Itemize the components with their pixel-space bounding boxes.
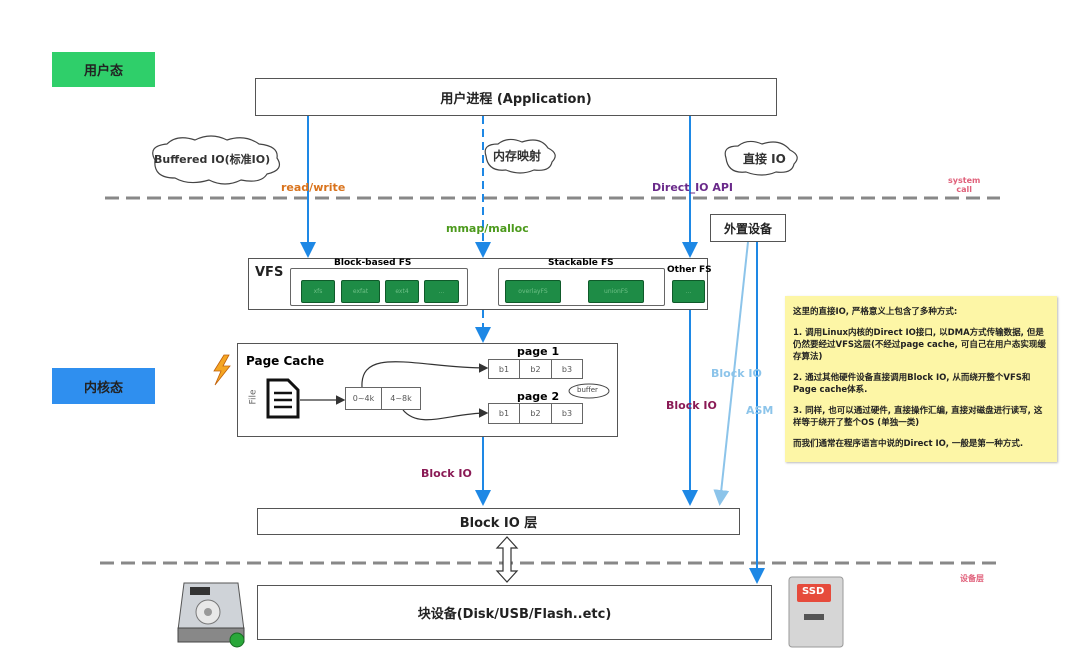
other-fs-title: Other FS <box>667 265 712 275</box>
page-1-block-1: b1 <box>488 359 520 379</box>
cloud-mmap-label: 内存映射 <box>493 149 542 163</box>
range-0-4k: 0~4k <box>345 387 382 410</box>
application-box: 用户进程 (Application) <box>255 78 777 116</box>
page-2-block-2: b2 <box>519 403 552 424</box>
block-io-label-external: Block IO <box>711 367 762 380</box>
page-1-block-3: b3 <box>551 359 583 379</box>
direct-io-note: 这里的直接IO, 严格意义上包含了多种方式: 1. 调用Linux内核的Dire… <box>785 296 1057 462</box>
note-intro: 这里的直接IO, 严格意义上包含了多种方式: <box>793 307 958 317</box>
fs-exfat: exfat <box>341 280 380 303</box>
fs-xfs: xfs <box>301 280 335 303</box>
external-device-box: 外置设备 <box>710 214 786 242</box>
page-2-block-3: b3 <box>551 403 583 424</box>
block-io-label-left: Block IO <box>421 467 472 480</box>
bidirectional-arrow-icon <box>495 536 519 583</box>
fs-ext4: ext4 <box>385 280 419 303</box>
direct-io-api-label: Direct_IO API <box>652 181 734 194</box>
hard-disk-icon <box>177 582 245 648</box>
fs-overlayfs: overlayFS <box>505 280 561 303</box>
cloud-buffered-label: Buffered IO(标准IO) <box>154 153 271 166</box>
fs-unionfs: unionFS <box>588 280 644 303</box>
read-write-label: read/write <box>281 181 346 194</box>
page-cache-title: Page Cache <box>246 354 325 368</box>
vfs-title: VFS <box>255 265 284 280</box>
cloud-direct-label: 直接 IO <box>743 152 786 166</box>
note-point-1: 1. 调用Linux内核的Direct IO接口, 以DMA方式传输数据, 但是… <box>793 328 1046 362</box>
file-label: File <box>248 389 259 405</box>
block-io-label-right: Block IO <box>666 399 717 412</box>
mmap-malloc-label: mmap/malloc <box>446 222 529 235</box>
note-point-3: 3. 同样, 也可以通过硬件, 直接操作汇编, 直接对磁盘进行读写, 这样等于绕… <box>793 406 1043 428</box>
block-based-fs-title: Block-based FS <box>334 258 412 268</box>
user-space-badge: 用户态 <box>52 52 155 87</box>
fs-other: ... <box>672 280 705 303</box>
block-device-box: 块设备(Disk/USB/Flash..etc) <box>257 585 772 640</box>
buffer-label: buffer <box>577 386 598 394</box>
lightning-icon <box>213 354 231 386</box>
io-diagram: 用户态 内核态 用户进程 (Application) Buffered IO(标… <box>0 0 1080 658</box>
block-io-layer-box: Block IO 层 <box>257 508 740 535</box>
ssd-label: SSD <box>802 586 825 597</box>
system-call-label: system call <box>948 176 981 194</box>
note-point-2: 2. 通过其他硬件设备直接调用Block IO, 从而绕开整个VFS和Page … <box>793 373 1031 395</box>
stackable-fs-title: Stackable FS <box>548 258 614 268</box>
page-2-title: page 2 <box>517 390 560 403</box>
asm-label: ASM <box>746 404 774 417</box>
device-layer-label: 设备层 <box>960 574 984 583</box>
page-2-block-1: b1 <box>488 403 520 424</box>
kernel-space-badge: 内核态 <box>52 368 155 404</box>
page-1-block-2: b2 <box>519 359 552 379</box>
fs-more: ... <box>424 280 459 303</box>
page-1-title: page 1 <box>517 345 560 358</box>
range-4-8k: 4~8k <box>381 387 421 410</box>
note-summary: 而我们通常在程序语言中说的Direct IO, 一般是第一种方式. <box>793 439 1024 449</box>
